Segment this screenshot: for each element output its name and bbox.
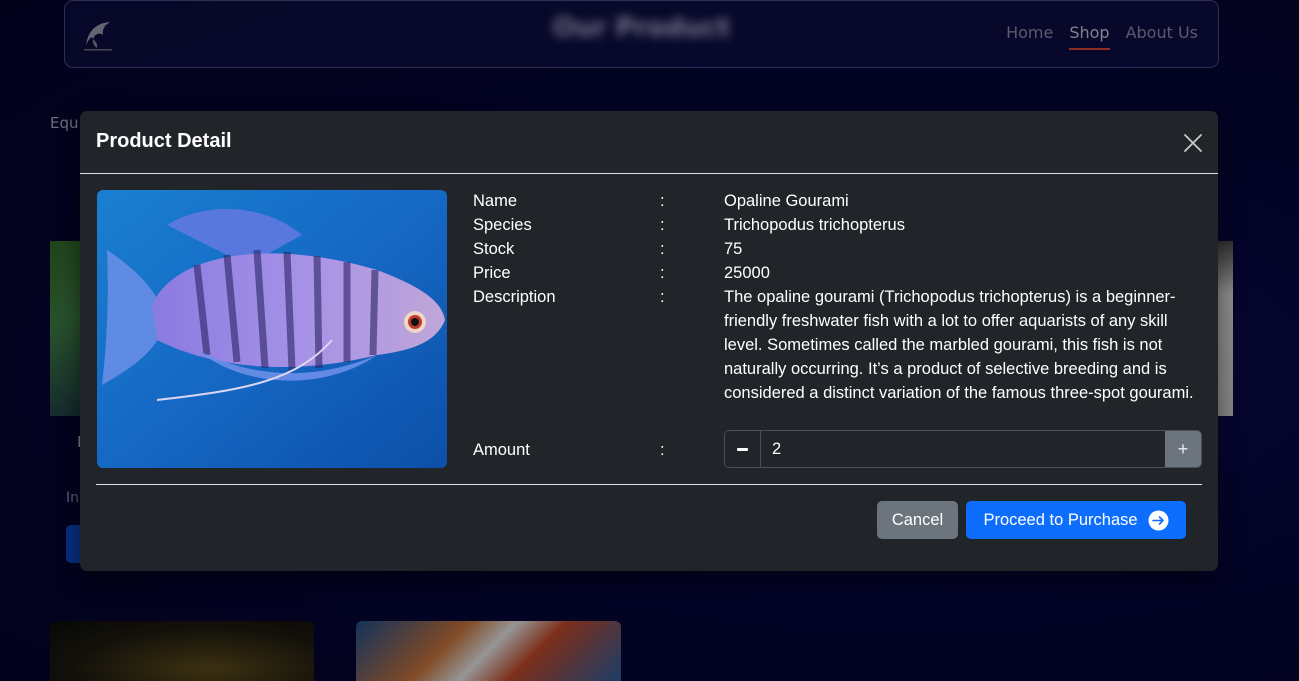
modal-header: Product Detail bbox=[80, 111, 1218, 174]
modal-footer-divider bbox=[96, 484, 1202, 485]
product-detail-modal: Product Detail Name: Opaline Gourami Sp… bbox=[80, 111, 1218, 571]
cancel-label: Cancel bbox=[891, 510, 944, 529]
proceed-label: Proceed to Purchase bbox=[983, 510, 1138, 529]
modal-title: Product Detail bbox=[96, 130, 232, 152]
detail-separator: : bbox=[660, 216, 665, 234]
amount-label: Amount bbox=[473, 441, 530, 459]
detail-row-stock: Stock : 75 bbox=[473, 237, 1203, 261]
product-description: The opaline gourami (Trichopodus trichop… bbox=[724, 288, 1194, 402]
product-stock: 75 bbox=[724, 240, 743, 258]
detail-label: Name bbox=[473, 192, 518, 210]
detail-label: Description bbox=[473, 288, 556, 306]
close-icon[interactable] bbox=[1182, 132, 1204, 154]
product-species: Trichopodus trichopterus bbox=[724, 216, 905, 234]
product-details: Name : Opaline Gourami Species : Trichop… bbox=[473, 189, 1203, 405]
detail-separator: : bbox=[660, 240, 665, 258]
product-name: Opaline Gourami bbox=[724, 192, 849, 210]
detail-row-species: Species : Trichopodus trichopterus bbox=[473, 213, 1203, 237]
detail-row-description: Description : The opaline gourami (Trich… bbox=[473, 285, 1203, 405]
detail-separator: : bbox=[660, 264, 665, 282]
detail-label: Species bbox=[473, 216, 532, 234]
product-image bbox=[97, 190, 447, 468]
minus-icon bbox=[737, 447, 748, 451]
detail-separator: : bbox=[660, 288, 665, 306]
proceed-to-purchase-button[interactable]: Proceed to Purchase bbox=[966, 501, 1186, 539]
detail-separator: : bbox=[660, 192, 665, 210]
arrow-right-circle-icon bbox=[1148, 510, 1169, 530]
detail-row-name: Name : Opaline Gourami bbox=[473, 189, 1203, 213]
decrement-button[interactable] bbox=[725, 431, 761, 467]
product-price: 25000 bbox=[724, 264, 770, 282]
amount-row: Amount : + bbox=[473, 430, 1203, 468]
increment-button[interactable]: + bbox=[1165, 431, 1201, 467]
cancel-button[interactable]: Cancel bbox=[877, 501, 958, 539]
quantity-stepper: + bbox=[724, 430, 1202, 468]
amount-input[interactable] bbox=[761, 431, 1165, 467]
detail-separator: : bbox=[660, 441, 665, 459]
detail-label: Stock bbox=[473, 240, 515, 258]
detail-row-price: Price : 25000 bbox=[473, 261, 1203, 285]
detail-label: Price bbox=[473, 264, 511, 282]
